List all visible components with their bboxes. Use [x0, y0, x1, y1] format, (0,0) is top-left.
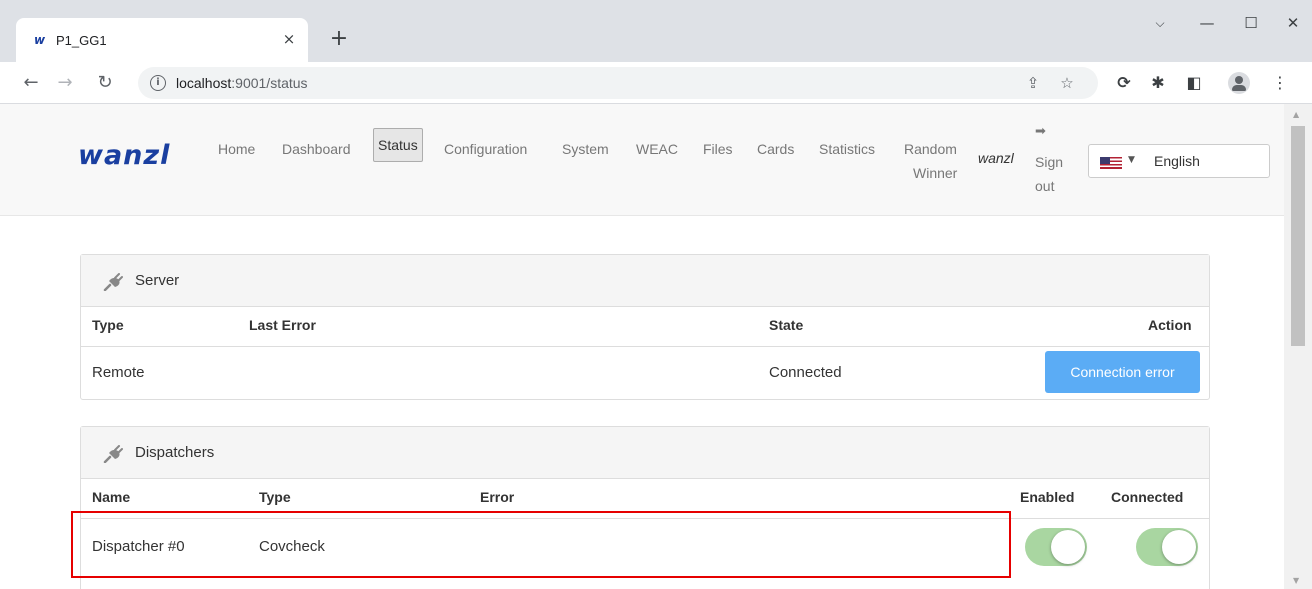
us-flag-icon	[1100, 157, 1122, 169]
browser-tabstrip: w P1_GG1 × + ⌵ — ☐ ✕	[0, 0, 1312, 62]
col-last-error: Last Error	[249, 317, 316, 333]
address-url: localhost:9001/status	[176, 75, 308, 91]
wanzl-favicon-icon: w	[34, 33, 46, 47]
tab-title: P1_GG1	[56, 33, 107, 48]
dispatchers-panel-title: Dispatchers	[135, 444, 215, 461]
language-select[interactable]: ▼ English	[1088, 144, 1270, 178]
connected-toggle[interactable]	[1136, 528, 1198, 566]
plug-icon	[103, 445, 123, 463]
browser-menu-icon[interactable]: ⋮	[1268, 71, 1292, 95]
enabled-toggle[interactable]	[1025, 528, 1087, 566]
back-arrow-icon[interactable]: ←	[18, 70, 44, 96]
side-panel-icon[interactable]: ◧	[1182, 71, 1206, 95]
site-info-icon[interactable]: i	[150, 75, 166, 91]
browser-toolbar: ← → ↻ i localhost:9001/status ⇪ ☆ ⟳ ✱ ◧ …	[0, 62, 1312, 104]
new-tab-button[interactable]: +	[326, 26, 352, 52]
sign-out-link-line2[interactable]: out	[1035, 176, 1054, 196]
caret-down-icon: ▼	[1128, 155, 1135, 165]
reload-icon[interactable]: ↻	[92, 70, 118, 96]
profile-avatar-icon[interactable]	[1228, 72, 1250, 94]
col-state: State	[769, 317, 804, 333]
col-connected: Connected	[1111, 489, 1184, 505]
address-bar[interactable]: i localhost:9001/status ⇪ ☆	[138, 67, 1098, 99]
nav-weac[interactable]: WEAC	[636, 139, 678, 159]
col-enabled: Enabled	[1020, 489, 1075, 505]
wanzl-logo[interactable]: wanzl	[78, 140, 170, 171]
extensions-puzzle-icon[interactable]: ✱	[1146, 71, 1170, 95]
nav-random-winner[interactable]: Random	[904, 139, 957, 159]
current-user: wanzl	[978, 150, 1014, 166]
col-type: Type	[92, 317, 124, 333]
nav-dashboard[interactable]: Dashboard	[282, 139, 351, 159]
divider	[81, 346, 1209, 347]
server-state-cell: Connected	[769, 364, 842, 381]
minimize-button[interactable]: —	[1192, 10, 1222, 36]
browser-tab[interactable]: w P1_GG1 ×	[16, 18, 308, 62]
connection-error-button[interactable]: Connection error	[1045, 351, 1200, 393]
nav-cards[interactable]: Cards	[757, 139, 794, 159]
plug-icon	[103, 273, 123, 291]
toggle-knob	[1162, 530, 1196, 564]
close-tab-icon[interactable]: ×	[279, 29, 299, 49]
page-scrollbar[interactable]: ▲ ▼	[1284, 104, 1312, 589]
col-type: Type	[259, 489, 291, 505]
nav-configuration[interactable]: Configuration	[444, 139, 527, 159]
sign-out-link[interactable]: Sign	[1035, 152, 1063, 172]
nav-system[interactable]: System	[562, 139, 609, 159]
col-error: Error	[480, 489, 515, 505]
col-name: Name	[92, 489, 131, 505]
col-action: Action	[1148, 317, 1192, 333]
tab-search-chevron-icon[interactable]: ⌵	[1145, 10, 1175, 36]
nav-files[interactable]: Files	[703, 139, 733, 159]
dispatchers-panel-heading: Dispatchers	[81, 427, 1209, 479]
page-viewport: wanzl Home Dashboard Status Configuratio…	[0, 104, 1284, 589]
scroll-down-arrow-icon[interactable]: ▼	[1293, 576, 1299, 585]
server-panel-title: Server	[135, 272, 180, 289]
toggle-knob	[1051, 530, 1085, 564]
share-icon[interactable]: ⇪	[1022, 72, 1044, 94]
extension-sync-icon[interactable]: ⟳	[1112, 71, 1136, 95]
bookmark-star-icon[interactable]: ☆	[1056, 72, 1078, 94]
forward-arrow-icon[interactable]: →	[52, 70, 78, 96]
nav-statistics[interactable]: Statistics	[819, 139, 875, 159]
maximize-button[interactable]: ☐	[1236, 10, 1266, 36]
nav-status[interactable]: Status	[373, 128, 423, 162]
nav-home[interactable]: Home	[218, 139, 255, 159]
close-window-button[interactable]: ✕	[1278, 10, 1308, 36]
app-navbar: wanzl Home Dashboard Status Configuratio…	[0, 104, 1284, 216]
server-type-cell: Remote	[92, 364, 145, 381]
scroll-thumb[interactable]	[1291, 126, 1305, 346]
language-label: English	[1154, 153, 1200, 169]
highlight-annotation-box	[71, 511, 1011, 578]
scroll-up-arrow-icon[interactable]: ▲	[1293, 110, 1299, 119]
sign-out-icon[interactable]: ➡	[1035, 124, 1046, 139]
server-panel: Server Type Last Error State Action Remo…	[80, 254, 1210, 400]
server-panel-heading: Server	[81, 255, 1209, 307]
nav-random-winner-line2[interactable]: Winner	[913, 163, 957, 183]
